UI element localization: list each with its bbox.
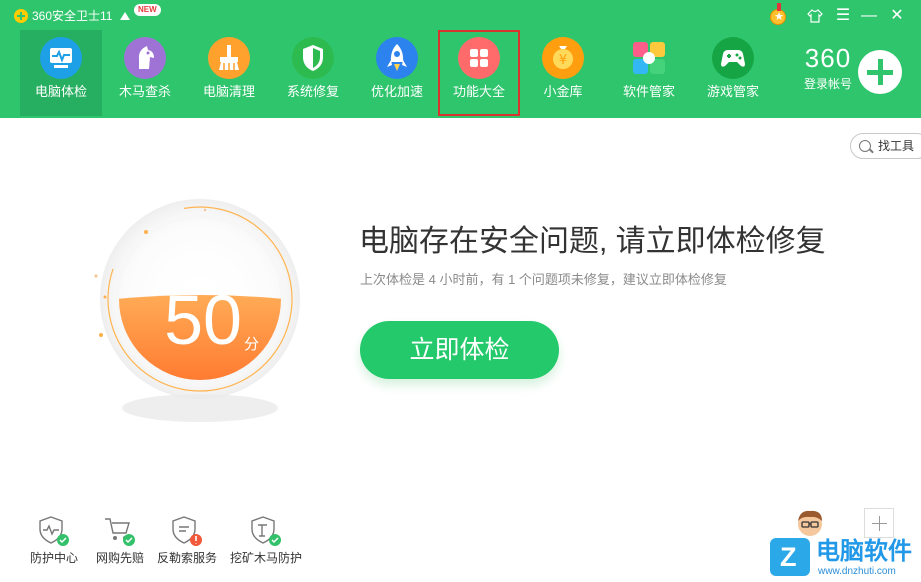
- broom-icon: [208, 37, 250, 79]
- minimize-icon[interactable]: —: [858, 6, 880, 26]
- find-tool-label: 找工具: [878, 139, 915, 153]
- nav-label-system-repair: 系统修复: [286, 84, 339, 99]
- nav-item-optimize[interactable]: 优化加速: [356, 30, 438, 116]
- top-toolbar: 360安全卫士11 NEW ★ ☰ — ✕ 电脑体检 木马查杀 电脑清理 系统修…: [0, 0, 921, 118]
- nav-label-optimize: 优化加速: [370, 84, 423, 99]
- medal-icon: ★: [770, 3, 786, 25]
- watermark: Z 电脑软件 www.dnzhuti.com: [760, 536, 921, 582]
- medal-button[interactable]: ★: [766, 3, 788, 26]
- horse-icon: [124, 37, 166, 79]
- cart-check-icon: [103, 515, 137, 547]
- watermark-text: 电脑软件: [816, 538, 912, 565]
- upgrade-arrow-icon[interactable]: [120, 12, 130, 20]
- shortcut-label-anti-ransomware: 反勒索服务: [156, 551, 217, 565]
- nav-label-vault: 小金库: [543, 84, 583, 99]
- find-tool-search[interactable]: 找工具: [850, 133, 921, 159]
- lock-alert-icon: [170, 515, 204, 547]
- gamepad-icon: [712, 37, 754, 79]
- nav-label-game-manager: 游戏管家: [706, 84, 759, 99]
- score-value: 50: [164, 281, 242, 359]
- new-badge: NEW: [134, 4, 161, 16]
- nav-label-computer-check: 电脑体检: [34, 84, 87, 99]
- score-unit: 分: [244, 336, 260, 353]
- rocket-icon: [376, 37, 418, 79]
- close-icon[interactable]: ✕: [886, 6, 908, 26]
- title-bar: 360安全卫士11 NEW ★ ☰ — ✕: [0, 0, 921, 30]
- search-icon: [859, 140, 871, 152]
- main-headline: 电脑存在安全问题, 请立即体检修复: [359, 225, 826, 258]
- watermark-url: www.dnzhuti.com: [818, 566, 896, 577]
- svg-text:¥: ¥: [559, 53, 567, 68]
- menu-icon[interactable]: ☰: [832, 6, 854, 26]
- shortcut-label-shopping-protection: 网购先赔: [95, 551, 144, 565]
- bottom-shortcuts: 防护中心 网购先赔 反勒索服务 挖矿木马防护: [22, 515, 322, 571]
- nav-item-software-manager[interactable]: 软件管家: [608, 30, 690, 116]
- grid-icon: [458, 37, 500, 79]
- nav-item-game-manager[interactable]: 游戏管家: [692, 30, 774, 116]
- last-check-status: 上次体检是 4 小时前，有 1 个问题项未修复，建议立即体检修复: [360, 272, 727, 287]
- nav-item-trojan-scan[interactable]: 木马查杀: [104, 30, 186, 116]
- nav-label-software-manager: 软件管家: [622, 84, 675, 99]
- nav-item-cleanup[interactable]: 电脑清理: [188, 30, 270, 116]
- brand-360: 360: [804, 43, 852, 73]
- app-title: 360安全卫士11: [32, 9, 113, 23]
- login-account-label: 登录帐号: [803, 77, 852, 91]
- score-gauge: 50 分: [80, 180, 320, 430]
- app-logo-icon: [14, 9, 28, 23]
- shortcut-mining-protection[interactable]: 挖矿木马防护: [226, 515, 306, 571]
- nav-item-vault[interactable]: ¥ 小金库: [522, 30, 604, 116]
- nav-label-trojan-scan: 木马查杀: [118, 84, 171, 99]
- apps-icon: [628, 37, 670, 79]
- nav-label-all-features: 功能大全: [452, 84, 505, 99]
- shortcut-label-protection-center: 防护中心: [29, 551, 78, 565]
- check-now-button[interactable]: 立即体检: [360, 321, 559, 379]
- shortcut-anti-ransomware[interactable]: 反勒索服务: [153, 515, 221, 571]
- monitor-check-icon: [40, 37, 82, 79]
- account-login[interactable]: 360 登录帐号: [790, 44, 866, 92]
- shortcut-label-mining-protection: 挖矿木马防护: [229, 551, 302, 565]
- shortcut-protection-center[interactable]: 防护中心: [22, 515, 86, 571]
- watermark-logo-icon: Z: [770, 538, 810, 576]
- nav-label-cleanup: 电脑清理: [202, 84, 255, 99]
- shield-pulse-icon: [37, 515, 71, 547]
- coin-icon: ¥: [542, 37, 584, 79]
- mining-shield-icon: [249, 515, 283, 547]
- shield-icon: [292, 37, 334, 79]
- shortcut-shopping-protection[interactable]: 网购先赔: [92, 515, 148, 571]
- add-account-icon[interactable]: [858, 50, 902, 94]
- add-widget-button[interactable]: [864, 508, 894, 538]
- nav-item-system-repair[interactable]: 系统修复: [272, 30, 354, 116]
- nav-item-computer-check[interactable]: 电脑体检: [20, 30, 102, 116]
- nav-item-all-features[interactable]: 功能大全: [438, 30, 520, 116]
- shirt-icon[interactable]: [804, 6, 826, 26]
